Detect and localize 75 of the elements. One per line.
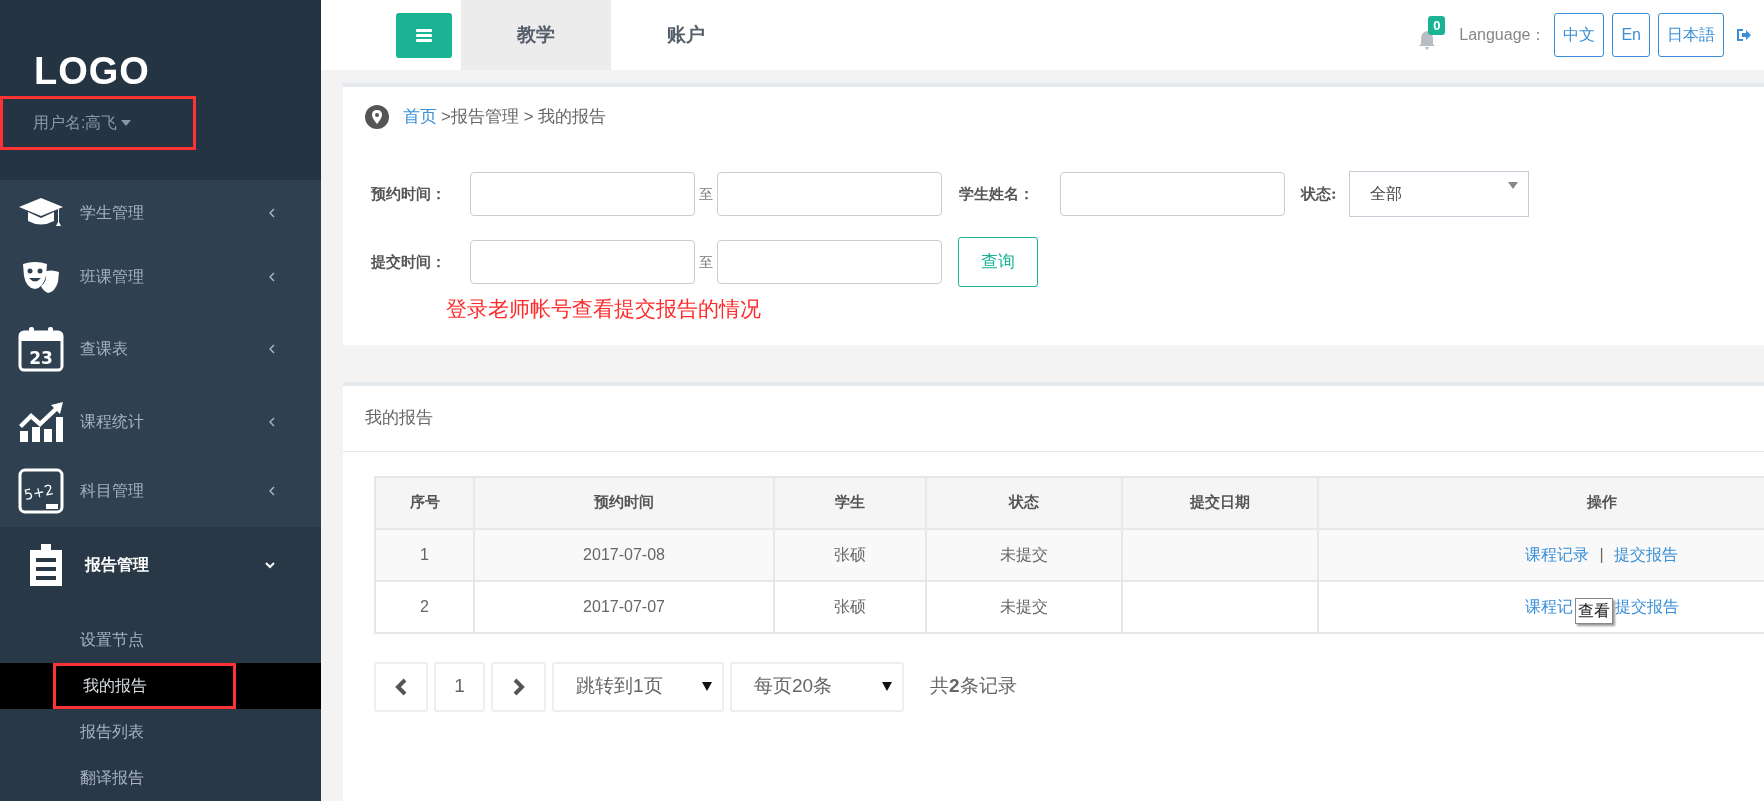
table-cell: 2017-07-08 <box>474 528 774 581</box>
sidebar-item[interactable]: 课程统计 <box>0 389 321 455</box>
action-link[interactable]: 课程记 <box>1524 594 1573 619</box>
growth-chart-icon <box>18 401 64 443</box>
clipboard-icon <box>29 544 63 586</box>
nav-tab[interactable]: 教学 <box>461 0 611 70</box>
action-link[interactable]: 提交报告 <box>1614 594 1679 619</box>
logout-icon[interactable] <box>1736 28 1752 42</box>
column-header: 学生 <box>774 476 926 529</box>
language-button[interactable]: En <box>1612 13 1650 57</box>
column-header: 预约时间 <box>474 476 774 529</box>
table-cell: 张硕 <box>774 528 926 581</box>
language-button[interactable]: 中文 <box>1554 13 1605 57</box>
tooltip: 查看 <box>1574 597 1613 624</box>
language-label: Language： <box>1459 25 1547 45</box>
field-label: 学生姓名： <box>959 183 1035 205</box>
menu-icon <box>416 28 432 42</box>
notification-badge: 0 <box>1428 16 1446 35</box>
language-button[interactable]: 日本語 <box>1658 13 1724 57</box>
menu-button[interactable] <box>396 12 452 58</box>
chalkboard-icon: 5+2 <box>18 468 64 514</box>
location-pin-icon <box>365 105 389 129</box>
action-link[interactable]: 提交报告 <box>1613 542 1678 567</box>
sidebar-item[interactable]: 报告管理 <box>0 527 321 603</box>
chevron-right-icon <box>512 677 525 696</box>
caret-icon <box>121 120 132 126</box>
status-select[interactable]: 全部 <box>1349 171 1529 217</box>
sidebar-item[interactable]: 学生管理 <box>0 180 321 245</box>
column-header: 操作 <box>1318 476 1764 529</box>
record-count: 共2条记录 <box>930 674 1017 699</box>
date-input[interactable] <box>470 172 695 216</box>
page-jump-select[interactable]: 跳转到1页 <box>552 661 724 712</box>
table-cell: 未提交 <box>926 528 1122 581</box>
field-label: 提交时间： <box>371 251 447 273</box>
field-label: 预约时间： <box>371 183 447 205</box>
table-cell: 1 <box>375 528 474 581</box>
range-separator: 至 <box>698 184 714 204</box>
date-input[interactable] <box>470 240 695 284</box>
action-link[interactable]: 课程记录 <box>1525 542 1590 567</box>
bell-icon[interactable] <box>1417 30 1438 50</box>
annotation-text: 登录老师帐号查看提交报告的情况 <box>446 296 762 322</box>
sidebar-item[interactable]: 班课管理 <box>0 245 321 309</box>
breadcrumb-link[interactable]: 首页 <box>403 104 437 130</box>
date-input[interactable] <box>717 240 942 284</box>
previous-page-button[interactable] <box>374 661 428 712</box>
caret-icon <box>702 682 712 691</box>
column-header: 提交日期 <box>1122 476 1318 529</box>
name-input[interactable] <box>1060 172 1285 216</box>
logo: LOGO <box>34 52 151 90</box>
field-label: 状态: <box>1301 183 1338 205</box>
panel-title: 我的报告 <box>365 407 433 430</box>
table-cell: 张硕 <box>774 580 926 633</box>
range-separator: 至 <box>698 252 714 272</box>
breadcrumb-text: >报告管理 > 我的报告 <box>441 106 607 129</box>
caret-icon <box>1508 182 1518 189</box>
sidebar-item[interactable]: 5+2 科目管理 <box>0 455 321 527</box>
submenu-item[interactable]: 我的报告 <box>53 663 236 709</box>
separator-text: | <box>1599 544 1604 565</box>
table-cell: 2017-07-07 <box>474 580 774 633</box>
table-cell: 未提交 <box>926 580 1122 633</box>
page-size-select[interactable]: 每页20条 <box>730 661 904 712</box>
column-header: 状态 <box>926 476 1122 529</box>
table-cell: 2 <box>375 580 474 633</box>
theater-masks-icon <box>21 260 61 294</box>
caret-icon <box>882 682 892 691</box>
date-input[interactable] <box>717 172 942 216</box>
submenu-item[interactable]: 翻译报告 <box>53 755 236 801</box>
page-button[interactable]: 1 <box>434 661 485 712</box>
sidebar-item[interactable]: 23 查课表 <box>0 309 321 389</box>
chevron-left-icon <box>395 677 407 696</box>
submenu-item[interactable]: 报告列表 <box>53 709 236 755</box>
user-menu[interactable]: 用户名:高飞 <box>0 96 196 150</box>
next-page-button[interactable] <box>491 661 546 712</box>
column-header: 序号 <box>375 476 474 529</box>
submenu-item[interactable]: 设置节点 <box>53 617 236 663</box>
